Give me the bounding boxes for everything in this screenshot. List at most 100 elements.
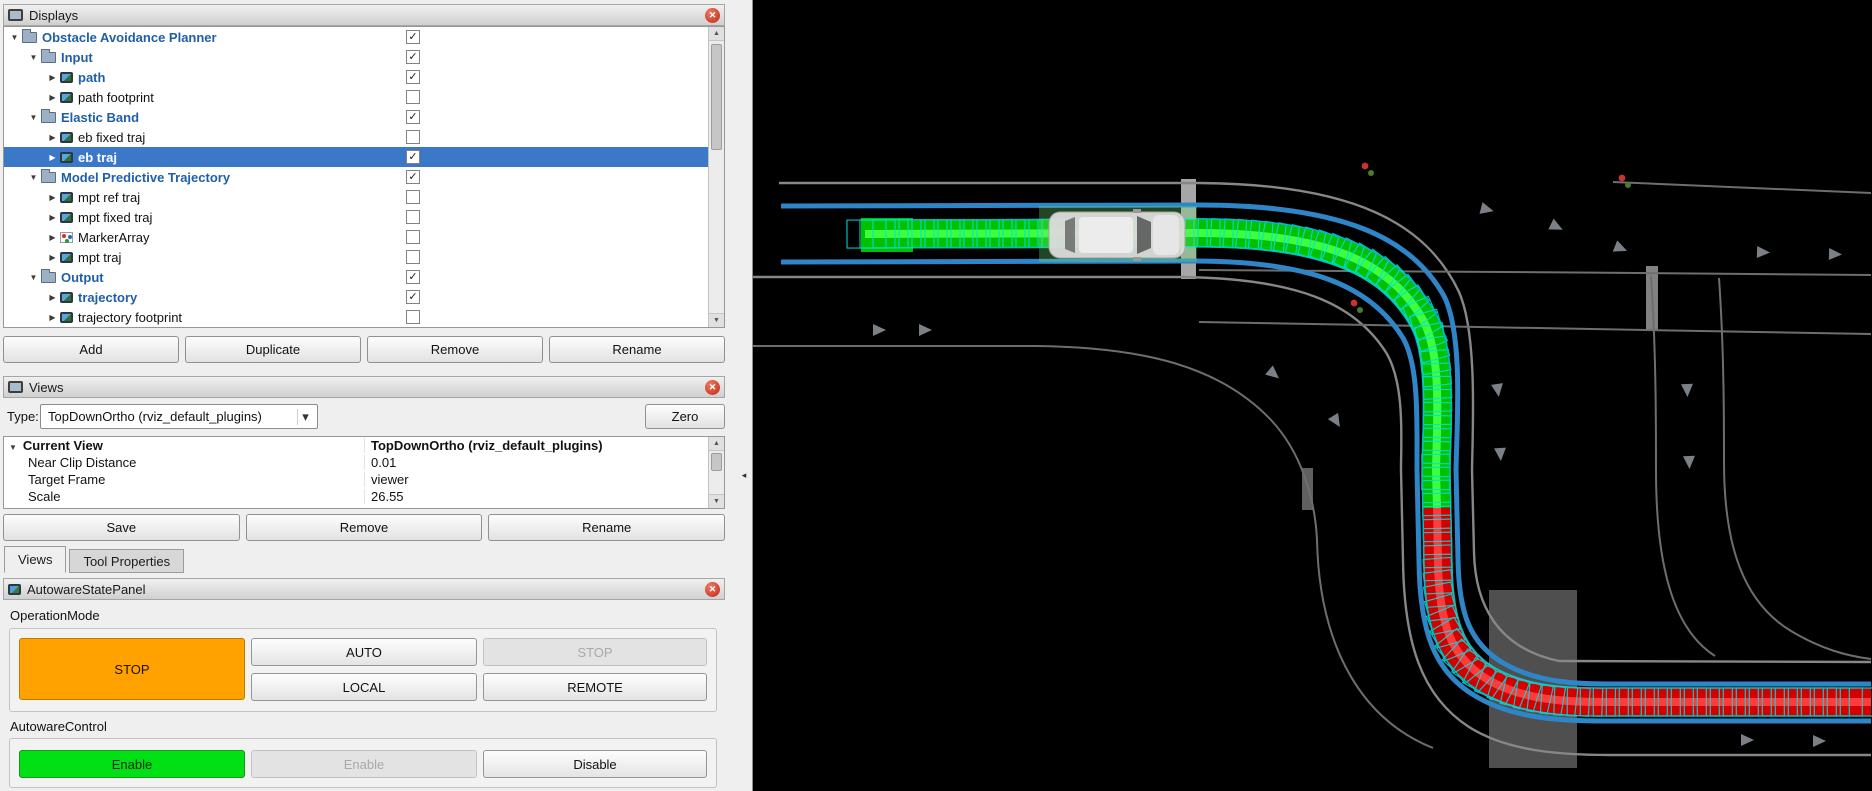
display-icon [60, 211, 73, 223]
views-panel-titlebar[interactable]: Views [3, 376, 725, 398]
collapse-arrow-icon[interactable] [8, 33, 21, 42]
enable-disabled-button[interactable]: Enable [251, 750, 477, 778]
view-type-select[interactable]: TopDownOrtho (rviz_default_plugins) [40, 404, 318, 429]
expand-arrow-icon[interactable] [46, 153, 59, 162]
scroll-up-icon[interactable] [709, 437, 724, 451]
tab-views[interactable]: Views [4, 546, 67, 573]
rename-view-button[interactable]: Rename [488, 514, 726, 541]
close-icon[interactable] [705, 581, 720, 597]
save-button[interactable]: Save [3, 514, 240, 541]
expand-arrow-icon[interactable] [46, 93, 59, 102]
expand-arrow-icon[interactable] [46, 253, 59, 262]
tree-row-input[interactable]: Input [4, 47, 708, 67]
visibility-checkbox[interactable] [406, 70, 420, 84]
tab-tool-properties[interactable]: Tool Properties [69, 549, 185, 573]
property-row[interactable]: Target Frame viewer [4, 471, 724, 488]
property-name[interactable]: Current View [4, 438, 364, 453]
property-row[interactable]: Scale 26.55 [4, 488, 724, 505]
remove-view-button[interactable]: Remove [245, 514, 483, 541]
scroll-up-icon[interactable] [709, 27, 724, 41]
visibility-checkbox[interactable] [406, 270, 420, 284]
tree-row-trajectory-footprint[interactable]: trajectory footprint [4, 307, 708, 327]
stop-disabled-button[interactable]: STOP [483, 638, 707, 666]
property-row[interactable]: Current View TopDownOrtho (rviz_default_… [4, 437, 724, 454]
visibility-checkbox[interactable] [406, 250, 420, 264]
visibility-checkbox[interactable] [406, 130, 420, 144]
scrollbar-thumb[interactable] [711, 453, 722, 471]
state-panel-titlebar[interactable]: AutowareStatePanel [3, 578, 725, 600]
visibility-checkbox[interactable] [406, 30, 420, 44]
operation-mode-label: OperationMode [10, 608, 100, 623]
tree-row-mpt-fixed-traj[interactable]: mpt fixed traj [4, 207, 708, 227]
tree-row-mpt-ref-traj[interactable]: mpt ref traj [4, 187, 708, 207]
close-icon[interactable] [705, 7, 720, 23]
dock-collapse-arrow-icon[interactable] [738, 458, 750, 492]
tree-row-eb-traj[interactable]: eb traj [4, 147, 708, 167]
property-name[interactable]: Target Frame [4, 472, 364, 487]
tree-row-label: mpt fixed traj [78, 209, 153, 225]
property-value[interactable]: TopDownOrtho (rviz_default_plugins) [364, 438, 724, 453]
visibility-checkbox[interactable] [406, 90, 420, 104]
property-value[interactable]: 0.01 [364, 455, 724, 470]
add-button[interactable]: Add [3, 336, 179, 363]
view-properties-scrollbar[interactable] [708, 437, 724, 508]
expand-arrow-icon[interactable] [46, 133, 59, 142]
scene-canvas[interactable] [753, 0, 1872, 791]
expand-arrow-icon[interactable] [46, 213, 59, 222]
visibility-checkbox[interactable] [406, 290, 420, 304]
disable-button[interactable]: Disable [483, 750, 707, 778]
property-value[interactable]: 26.55 [364, 489, 724, 504]
tree-row-elastic-band[interactable]: Elastic Band [4, 107, 708, 127]
remove-button[interactable]: Remove [367, 336, 543, 363]
collapse-arrow-icon[interactable] [27, 173, 40, 182]
tree-row-label: MarkerArray [78, 229, 150, 245]
scroll-down-icon[interactable] [709, 494, 724, 508]
expand-arrow-icon[interactable] [46, 73, 59, 82]
visibility-checkbox[interactable] [406, 50, 420, 64]
tree-row-model-predictive-trajectory[interactable]: Model Predictive Trajectory [4, 167, 708, 187]
tree-row-trajectory[interactable]: trajectory [4, 287, 708, 307]
visibility-checkbox[interactable] [406, 230, 420, 244]
expand-arrow-icon[interactable] [46, 313, 59, 322]
expand-arrow-icon[interactable] [46, 233, 59, 242]
rename-button[interactable]: Rename [549, 336, 725, 363]
property-value[interactable]: viewer [364, 472, 724, 487]
operation-mode-group: STOP AUTO STOP LOCAL REMOTE [9, 628, 717, 712]
visibility-checkbox[interactable] [406, 210, 420, 224]
tree-row-markerarray[interactable]: MarkerArray [4, 227, 708, 247]
visibility-checkbox[interactable] [406, 150, 420, 164]
folder-icon [41, 268, 56, 283]
local-button[interactable]: LOCAL [251, 673, 477, 701]
property-name[interactable]: Scale [4, 489, 364, 504]
property-row[interactable]: Near Clip Distance 0.01 [4, 454, 724, 471]
close-icon[interactable] [705, 379, 720, 395]
render-viewport[interactable] [753, 0, 1872, 791]
scrollbar-thumb[interactable] [711, 44, 722, 150]
tree-row-mpt-traj[interactable]: mpt traj [4, 247, 708, 267]
tree-row-path-footprint[interactable]: path footprint [4, 87, 708, 107]
enable-button[interactable]: Enable [19, 750, 245, 778]
visibility-checkbox[interactable] [406, 170, 420, 184]
visibility-checkbox[interactable] [406, 310, 420, 324]
views-panel-icon [8, 381, 23, 393]
collapse-arrow-icon[interactable] [27, 53, 40, 62]
duplicate-button[interactable]: Duplicate [185, 336, 361, 363]
tree-row-output[interactable]: Output [4, 267, 708, 287]
collapse-arrow-icon[interactable] [27, 113, 40, 122]
scroll-down-icon[interactable] [709, 313, 724, 327]
tree-row-path[interactable]: path [4, 67, 708, 87]
expand-arrow-icon[interactable] [46, 193, 59, 202]
collapse-arrow-icon[interactable] [27, 273, 40, 282]
property-name[interactable]: Near Clip Distance [4, 455, 364, 470]
displays-tree-scrollbar[interactable] [708, 27, 724, 327]
tree-row-eb-fixed-traj[interactable]: eb fixed traj [4, 127, 708, 147]
zero-button[interactable]: Zero [645, 404, 725, 429]
displays-panel-titlebar[interactable]: Displays [3, 4, 725, 26]
stop-button[interactable]: STOP [19, 638, 245, 700]
remote-button[interactable]: REMOTE [483, 673, 707, 701]
tree-row-obstacle-avoidance-planner[interactable]: Obstacle Avoidance Planner [4, 27, 708, 47]
auto-button[interactable]: AUTO [251, 638, 477, 666]
expand-arrow-icon[interactable] [46, 293, 59, 302]
visibility-checkbox[interactable] [406, 110, 420, 124]
visibility-checkbox[interactable] [406, 190, 420, 204]
